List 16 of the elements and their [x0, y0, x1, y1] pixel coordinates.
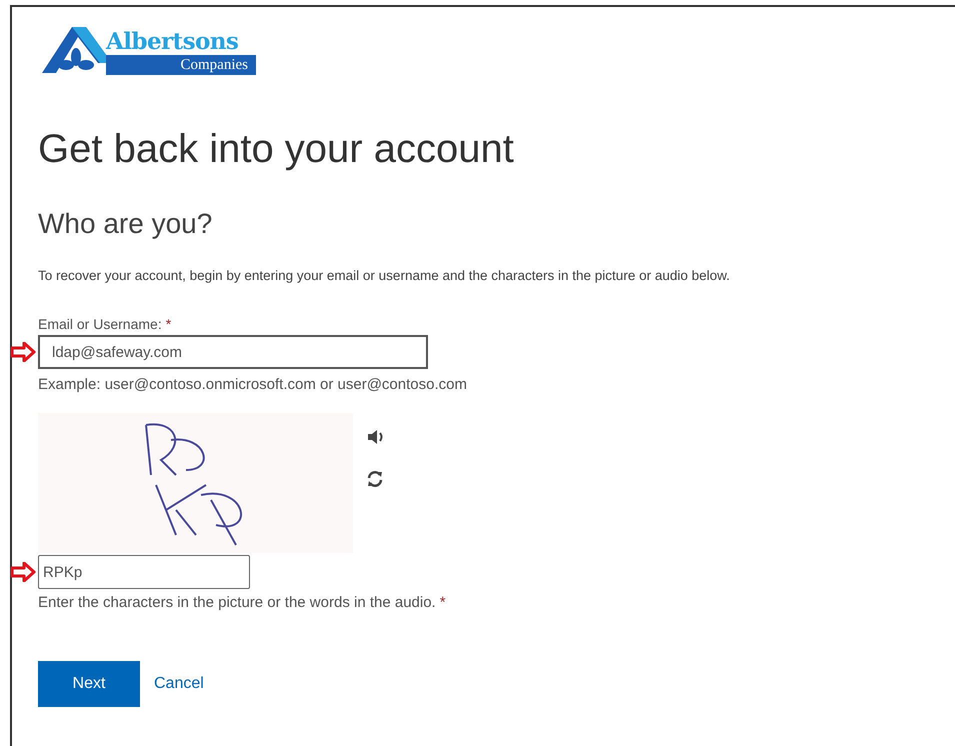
required-mark: * [166, 315, 172, 333]
cancel-link[interactable]: Cancel [154, 672, 204, 696]
speaker-icon[interactable] [367, 429, 385, 445]
email-input-field[interactable]: ldap@safeway.com [38, 335, 428, 369]
section-heading: Who are you? [38, 207, 214, 241]
instruction-text: To recover your account, begin by entering your email or username and the characters in the picture or audio below. [38, 267, 731, 285]
refresh-icon[interactable] [367, 471, 383, 487]
field-label: Email or Username: [38, 315, 162, 333]
next-button[interactable]: Next [38, 661, 140, 707]
captcha-input-field[interactable]: RPKp [38, 555, 250, 589]
logo-subtitle: Companies [106, 55, 256, 75]
example-hint: Example: user@contoso.onmicrosoft.com or user@contoso.com [38, 375, 468, 395]
logo-wordmark: Albertsons [106, 29, 240, 55]
required-mark: * [440, 593, 446, 613]
captcha-help-text: Enter the characters in the picture or the words in the audio. [38, 593, 436, 613]
page-heading: Get back into your account [38, 126, 515, 173]
